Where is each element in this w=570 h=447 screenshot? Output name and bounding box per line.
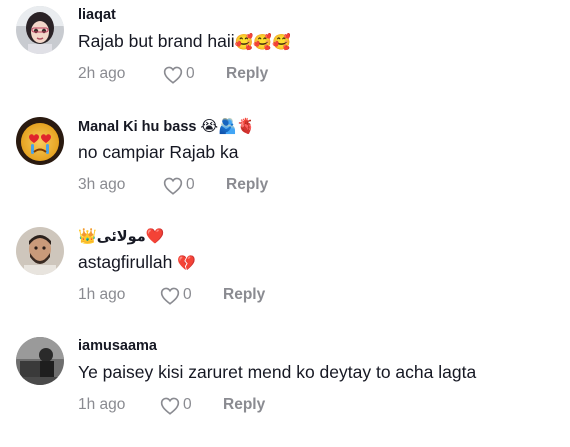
reply-button[interactable]: Reply [223,286,265,304]
avatar[interactable] [16,117,64,165]
timestamp: 2h ago [78,65,126,82]
reply-button[interactable]: Reply [223,396,265,414]
like-count: 0 [186,65,195,82]
comment-item: 👑مولائی❤️ astagfirullah 💔 1h ago 0 Reply [0,227,570,337]
username[interactable]: 👑مولائی❤️ [78,227,164,246]
comment-item: Manal Ki hu bass 😭🫂🫀 no campiar Rajab ka… [0,117,570,227]
heart-outline-icon [160,287,180,305]
comment-meta: 1h ago 0 Reply [78,394,478,418]
comment-text: Rajab but brand haii🥰🥰🥰 [78,31,291,51]
comment-meta: 2h ago 0 Reply [78,63,478,87]
heart-outline-icon [160,397,180,415]
red-heart-emoji: ❤️ [145,227,165,245]
broken-heart-emoji: 💔 [177,254,196,272]
comment-item: liaqat Rajab but brand haii🥰🥰🥰 2h ago 0 … [0,6,570,116]
comment-meta: 3h ago 0 Reply [78,174,478,198]
emoji-group: 😭🫂🫀 [200,117,256,135]
avatar[interactable] [16,337,64,385]
like-count: 0 [186,176,195,193]
username[interactable]: Manal Ki hu bass 😭🫂🫀 [78,117,255,136]
avatar[interactable] [16,6,64,54]
like-count: 0 [183,286,192,303]
timestamp: 1h ago [78,286,126,303]
heart-outline-icon [163,66,183,84]
crown-emoji: 👑 [78,227,97,245]
comment-meta: 1h ago 0 Reply [78,284,478,308]
reply-button[interactable]: Reply [226,176,268,194]
comment-text: astagfirullah 💔 [78,252,196,272]
heart-outline-icon [163,177,183,195]
comment-text: no campiar Rajab ka [78,142,239,162]
reply-button[interactable]: Reply [226,65,268,83]
username[interactable]: liaqat [78,6,116,24]
timestamp: 3h ago [78,176,126,193]
comment-text: Ye paisey kisi zaruret mend ko deytay to… [78,362,477,382]
avatar[interactable] [16,227,64,275]
timestamp: 1h ago [78,396,126,413]
emoji-smiling-hearts: 🥰🥰🥰 [234,33,291,51]
username[interactable]: iamusaama [78,337,157,355]
like-count: 0 [183,396,192,413]
comment-item: iamusaama Ye paisey kisi zaruret mend ko… [0,337,570,447]
